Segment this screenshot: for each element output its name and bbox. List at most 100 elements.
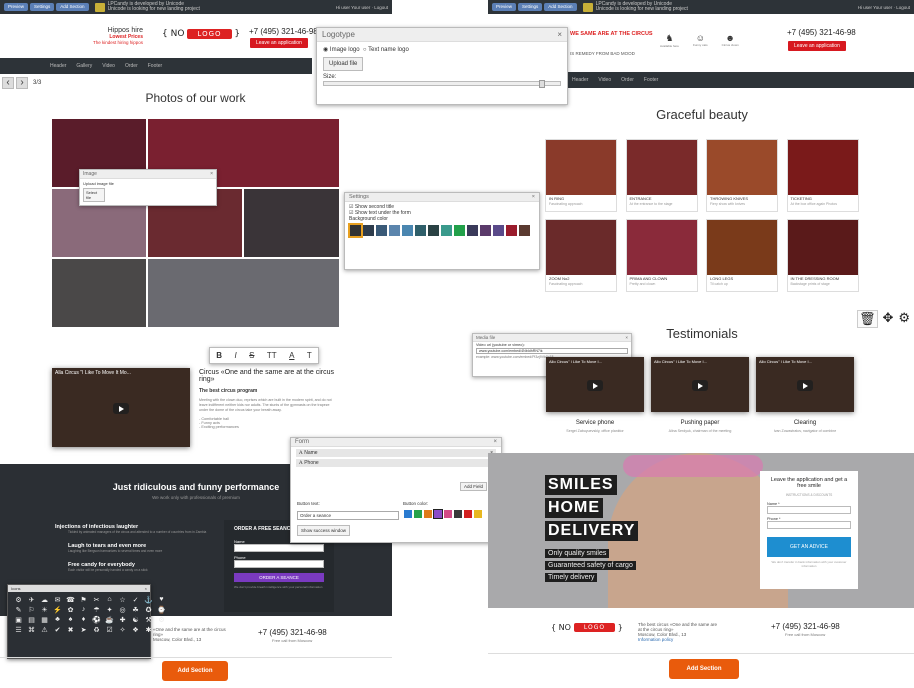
- icon-option-18[interactable]: ♪: [78, 606, 89, 614]
- icon-option-10[interactable]: ✓: [130, 596, 141, 604]
- beauty-card[interactable]: LONG LEGS Til catch up: [706, 219, 778, 292]
- icon-option-5[interactable]: ☎: [65, 596, 76, 604]
- icon-option-30[interactable]: ♦: [78, 616, 89, 624]
- icon-option-35[interactable]: ⚒: [143, 616, 154, 624]
- bg-swatch-3[interactable]: [376, 225, 387, 236]
- bg-swatch-6[interactable]: [415, 225, 426, 236]
- information-policy-link[interactable]: Information policy: [638, 637, 718, 642]
- slider-handle[interactable]: [539, 80, 545, 88]
- right-add-section-button[interactable]: Add Section: [669, 659, 739, 679]
- size-slider[interactable]: [323, 80, 561, 88]
- nav-order[interactable]: Order: [125, 63, 138, 69]
- bg-swatch-11[interactable]: [480, 225, 491, 236]
- footer-logo[interactable]: { NO LOGO }: [551, 623, 623, 632]
- photo-7[interactable]: [148, 259, 339, 327]
- icon-option-22[interactable]: ☘: [130, 606, 141, 614]
- order-phone-input[interactable]: [234, 560, 324, 568]
- smiles-phone-input[interactable]: [767, 521, 851, 529]
- gear-icon[interactable]: ⚙: [898, 310, 910, 328]
- italic-icon[interactable]: I: [234, 351, 236, 360]
- button-swatch-7[interactable]: [464, 510, 472, 518]
- icon-option-42[interactable]: ➤: [78, 626, 89, 634]
- play-icon[interactable]: [113, 402, 129, 414]
- icon-option-38[interactable]: ⌘: [26, 626, 37, 634]
- icon-option-41[interactable]: ✖: [65, 626, 76, 634]
- bg-swatch-14[interactable]: [519, 225, 530, 236]
- icon-option-15[interactable]: ☀: [39, 606, 50, 614]
- header-logo[interactable]: { NO LOGO }: [162, 29, 240, 39]
- testimonial-video[interactable]: Allo Circus" I Like To Move I...: [756, 357, 854, 412]
- bg-swatch-10[interactable]: [467, 225, 478, 236]
- bg-swatch-5[interactable]: [402, 225, 413, 236]
- image-select-button[interactable]: Select file: [83, 188, 105, 202]
- left-cta-button[interactable]: Leave an application: [250, 38, 308, 48]
- icon-option-26[interactable]: ▤: [26, 616, 37, 624]
- bg-swatch-8[interactable]: [441, 225, 452, 236]
- icon-option-25[interactable]: ▣: [13, 616, 24, 624]
- beauty-card[interactable]: PRIMA AND CLOWN Pretty and clown: [625, 219, 698, 292]
- beauty-card[interactable]: IN RING Fascinating approach: [545, 139, 617, 212]
- move-icon[interactable]: ✥: [883, 310, 894, 328]
- play-icon[interactable]: [692, 379, 708, 391]
- bg-swatch-1[interactable]: [348, 223, 363, 238]
- preview-button[interactable]: Preview: [492, 3, 517, 11]
- icon-option-7[interactable]: ✂: [91, 596, 102, 604]
- icon-option-8[interactable]: ⌂: [104, 596, 115, 604]
- photo-5[interactable]: [244, 189, 339, 257]
- icon-option-20[interactable]: ✦: [104, 606, 115, 614]
- nav-order[interactable]: Order: [621, 77, 634, 83]
- bg-swatch-9[interactable]: [454, 225, 465, 236]
- form-field-phone[interactable]: A Phone×: [296, 459, 496, 467]
- font-size-icon[interactable]: TT: [267, 351, 277, 360]
- icon-option-28[interactable]: ♣: [52, 616, 63, 624]
- right-cta-button[interactable]: Leave an application: [788, 41, 846, 51]
- button-swatch-2[interactable]: [414, 510, 422, 518]
- icon-option-12[interactable]: ♥: [156, 596, 167, 604]
- close-icon[interactable]: ×: [493, 439, 497, 445]
- icon-option-9[interactable]: ☆: [117, 596, 128, 604]
- add-field-button[interactable]: Add Field: [459, 482, 487, 491]
- get-advice-button[interactable]: GET AN ADVICE: [767, 537, 851, 557]
- icon-option-16[interactable]: ⚡: [52, 606, 63, 614]
- smiles-name-input[interactable]: [767, 506, 851, 514]
- nav-footer[interactable]: Footer: [644, 77, 658, 83]
- bg-swatch-13[interactable]: [506, 225, 517, 236]
- beauty-card[interactable]: TICKETING At the box office again Photos: [786, 139, 859, 212]
- form-field-name[interactable]: A Name×: [296, 449, 496, 457]
- button-swatch-4[interactable]: [433, 509, 443, 519]
- bg-swatch-4[interactable]: [389, 225, 400, 236]
- bg-swatch-12[interactable]: [493, 225, 504, 236]
- icon-option-21[interactable]: ◎: [117, 606, 128, 614]
- settings-button[interactable]: Settings: [30, 3, 55, 11]
- button-swatch-5[interactable]: [444, 510, 452, 518]
- close-icon[interactable]: ×: [557, 30, 562, 39]
- nav-header[interactable]: Header: [50, 63, 66, 69]
- button-swatch-8[interactable]: [474, 510, 482, 518]
- preview-button[interactable]: Preview: [4, 3, 29, 11]
- order-seance-button[interactable]: ORDER A SEANCE: [234, 573, 324, 582]
- icon-option-13[interactable]: ✎: [13, 606, 24, 614]
- show-success-button[interactable]: Show success window: [297, 525, 351, 536]
- button-swatch-1[interactable]: [404, 510, 412, 518]
- icon-option-24[interactable]: ⌚: [156, 606, 167, 614]
- icon-option-27[interactable]: ▦: [39, 616, 50, 624]
- font-color-icon[interactable]: A: [289, 351, 294, 360]
- button-swatch-3[interactable]: [424, 510, 432, 518]
- close-icon[interactable]: ×: [145, 586, 147, 591]
- icon-option-6[interactable]: ⚑: [78, 596, 89, 604]
- icon-option-11[interactable]: ⚓: [143, 596, 154, 604]
- icon-option-3[interactable]: ☁: [39, 596, 50, 604]
- nav-gallery[interactable]: Gallery: [76, 63, 92, 69]
- icon-option-45[interactable]: ✧: [117, 626, 128, 634]
- close-icon[interactable]: ×: [532, 194, 535, 200]
- close-icon[interactable]: ×: [210, 171, 213, 177]
- icon-option-40[interactable]: ✔: [52, 626, 63, 634]
- icon-option-43[interactable]: ♻: [91, 626, 102, 634]
- delete-icon[interactable]: 🗑: [857, 310, 878, 328]
- nav-video[interactable]: Video: [598, 77, 611, 83]
- beauty-card[interactable]: ENTRANCE At the entrance to the stage: [625, 139, 698, 212]
- icon-option-34[interactable]: ☯: [130, 616, 141, 624]
- pager-next-button[interactable]: ›: [16, 77, 28, 89]
- icon-option-44[interactable]: ☑: [104, 626, 115, 634]
- beauty-card[interactable]: THROWING KNIVES Fiery show with knives: [706, 139, 778, 212]
